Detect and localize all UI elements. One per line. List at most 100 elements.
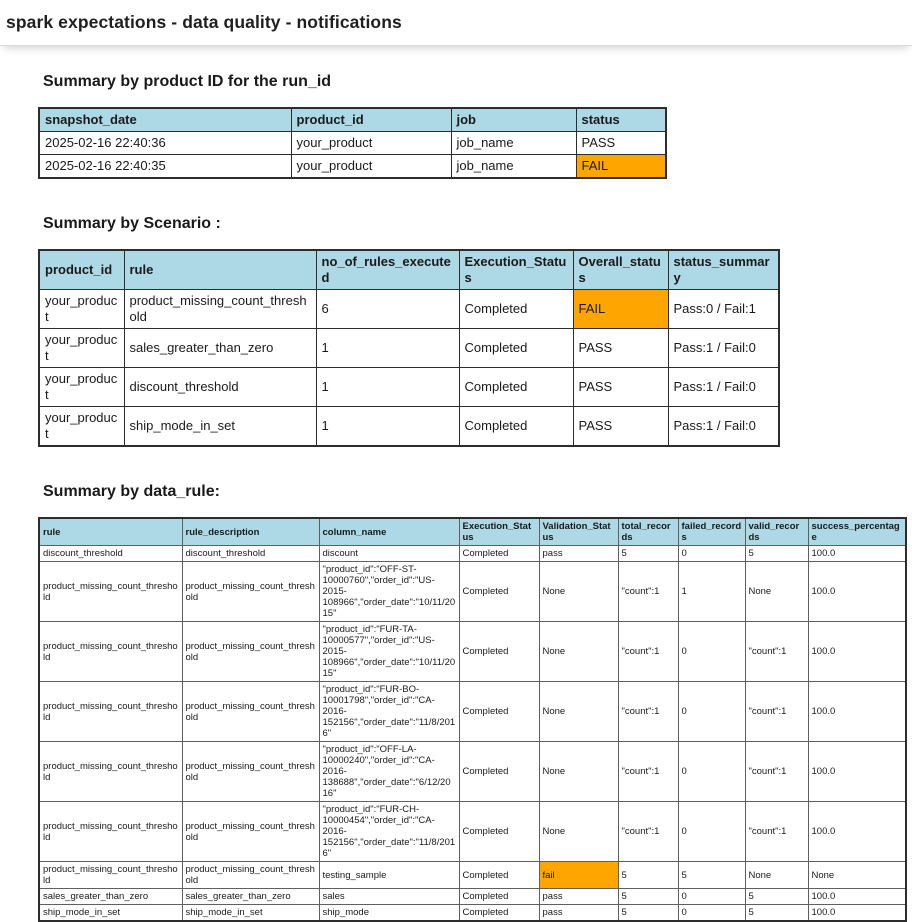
table-cell: Pass:1 / Fail:0 bbox=[667, 328, 780, 368]
column-header-snapshot_date: snapshot_date bbox=[38, 107, 292, 132]
table-cell: discount_threshold bbox=[181, 545, 320, 562]
table-cell: "count":1 bbox=[744, 621, 809, 682]
table-row: product_missing_count_threshold product_m… bbox=[38, 801, 907, 862]
table-cell: 5 bbox=[617, 861, 679, 889]
table-cell: product_missing_count_threshold bbox=[38, 561, 183, 622]
section-data-rule-summary: Summary by data_rule: rule rule_descripti… bbox=[38, 483, 912, 922]
table-cell: discount bbox=[318, 545, 460, 562]
table-cell: Completed bbox=[458, 561, 540, 622]
table-cell: 5 bbox=[617, 545, 679, 562]
table-cell: product_missing_count_threshold bbox=[181, 861, 320, 889]
table-cell: None bbox=[744, 561, 809, 622]
table-cell: Pass:1 / Fail:0 bbox=[667, 367, 780, 407]
table-cell: ship_mode bbox=[318, 904, 460, 922]
table-cell: 100.0 bbox=[807, 561, 907, 622]
table-cell: PASS bbox=[572, 406, 669, 447]
section-heading-scenario-summary: Summary by Scenario : bbox=[43, 215, 221, 232]
column-header-execution_status: Execution_Status bbox=[458, 517, 540, 546]
table-cell: ship_mode_in_set bbox=[181, 904, 320, 922]
column-header-column_name: column_name bbox=[318, 517, 460, 546]
section-heading-product-id-summary: Summary by product ID for the run_id bbox=[43, 73, 332, 90]
data-rule-summary-table: rule rule_description column_name Execution… bbox=[38, 517, 907, 922]
table-row: your_product discount_threshold 1 Completed… bbox=[38, 367, 780, 407]
table-cell: Completed bbox=[458, 741, 540, 802]
table-cell: product_missing_count_threshold bbox=[181, 621, 320, 682]
table-cell: Completed bbox=[458, 681, 540, 742]
table-cell: discount_threshold bbox=[123, 367, 317, 407]
table-cell: 100.0 bbox=[807, 904, 907, 922]
table-cell: pass bbox=[538, 904, 619, 922]
table-cell: product_missing_count_threshold bbox=[181, 681, 320, 742]
table-cell: job_name bbox=[450, 131, 577, 155]
table-cell: your_product bbox=[290, 154, 452, 179]
product-id-summary-table: snapshot_date product_id job status 2025-02-… bbox=[38, 107, 667, 179]
table-cell: None bbox=[538, 561, 619, 622]
table-cell: "count":1 bbox=[617, 621, 679, 682]
column-header-validation_status: Validation_Status bbox=[538, 517, 619, 546]
column-header-product_id: product_id bbox=[38, 249, 125, 290]
table-cell: 100.0 bbox=[807, 888, 907, 905]
table-cell: product_missing_count_threshold bbox=[38, 801, 183, 862]
table-cell: product_missing_count_threshold bbox=[123, 289, 317, 329]
table-cell: product_missing_count_threshold bbox=[181, 741, 320, 802]
table-cell: 6 bbox=[315, 289, 460, 329]
table-cell: 0 bbox=[677, 801, 746, 862]
table-row: 2025-02-16 22:40:35 your_product job_name F… bbox=[38, 154, 667, 179]
column-header-execution_status: Execution_Status bbox=[458, 249, 574, 290]
table-header-row: product_id rule no_of_rules_executed Execut… bbox=[38, 249, 780, 290]
section-scenario-summary: Summary by Scenario : product_id rule no_o… bbox=[38, 215, 912, 447]
table-cell: Pass:1 / Fail:0 bbox=[667, 406, 780, 447]
table-cell: discount_threshold bbox=[38, 545, 183, 562]
column-header-rule: rule bbox=[38, 517, 183, 546]
table-cell: 5 bbox=[677, 861, 746, 889]
column-header-overall_status: Overall_status bbox=[572, 249, 669, 290]
column-header-rule: rule bbox=[123, 249, 317, 290]
table-cell: None bbox=[538, 741, 619, 802]
table-row: your_product ship_mode_in_set 1 Completed PA… bbox=[38, 406, 780, 447]
table-cell: Completed bbox=[458, 621, 540, 682]
table-cell: Completed bbox=[458, 328, 574, 368]
table-header-row: snapshot_date product_id job status bbox=[38, 107, 667, 132]
table-cell: 2025-02-16 22:40:35 bbox=[38, 154, 292, 179]
table-cell: sales_greater_than_zero bbox=[123, 328, 317, 368]
table-cell: "product_id":"FUR-TA-10000577","order_id… bbox=[318, 621, 460, 682]
table-cell: "product_id":"FUR-BO-10001798","order_id… bbox=[318, 681, 460, 742]
table-cell: Pass:0 / Fail:1 bbox=[667, 289, 780, 329]
table-cell: PASS bbox=[572, 367, 669, 407]
table-cell: 0 bbox=[677, 904, 746, 922]
table-cell: 0 bbox=[677, 621, 746, 682]
table-cell: your_product bbox=[38, 289, 125, 329]
table-cell: Completed bbox=[458, 888, 540, 905]
table-cell: sales bbox=[318, 888, 460, 905]
table-cell: "count":1 bbox=[617, 801, 679, 862]
table-cell: None bbox=[744, 861, 809, 889]
table-cell: None bbox=[538, 621, 619, 682]
table-cell: 0 bbox=[677, 741, 746, 802]
column-header-success_percentage: success_percentage bbox=[807, 517, 907, 546]
table-cell: "product_id":"OFF-ST-10000760","order_id… bbox=[318, 561, 460, 622]
column-header-valid_records: valid_records bbox=[744, 517, 809, 546]
table-cell: "count":1 bbox=[744, 681, 809, 742]
table-row: product_missing_count_threshold product_m… bbox=[38, 741, 907, 802]
table-cell: Completed bbox=[458, 861, 540, 889]
table-row: product_missing_count_threshold product_m… bbox=[38, 621, 907, 682]
status-cell: fail bbox=[538, 861, 619, 889]
table-cell: product_missing_count_threshold bbox=[38, 861, 183, 889]
table-row: product_missing_count_threshold product_m… bbox=[38, 681, 907, 742]
page-title-bar: spark expectations - data quality - noti… bbox=[0, 0, 912, 46]
table-cell: product_missing_count_threshold bbox=[181, 801, 320, 862]
table-cell: ship_mode_in_set bbox=[123, 406, 317, 447]
table-cell: Completed bbox=[458, 801, 540, 862]
table-cell: pass bbox=[538, 888, 619, 905]
table-cell: your_product bbox=[38, 406, 125, 447]
table-cell: product_missing_count_threshold bbox=[38, 681, 183, 742]
table-cell: "product_id":"FUR-CH-10000454","order_id… bbox=[318, 801, 460, 862]
table-cell: sales_greater_than_zero bbox=[181, 888, 320, 905]
table-cell: product_missing_count_threshold bbox=[38, 621, 183, 682]
table-cell: Completed bbox=[458, 545, 540, 562]
table-cell: 5 bbox=[617, 888, 679, 905]
table-cell: your_product bbox=[38, 367, 125, 407]
table-row: product_missing_count_threshold product_m… bbox=[38, 561, 907, 622]
column-header-status: status bbox=[575, 107, 667, 132]
table-cell: 0 bbox=[677, 681, 746, 742]
